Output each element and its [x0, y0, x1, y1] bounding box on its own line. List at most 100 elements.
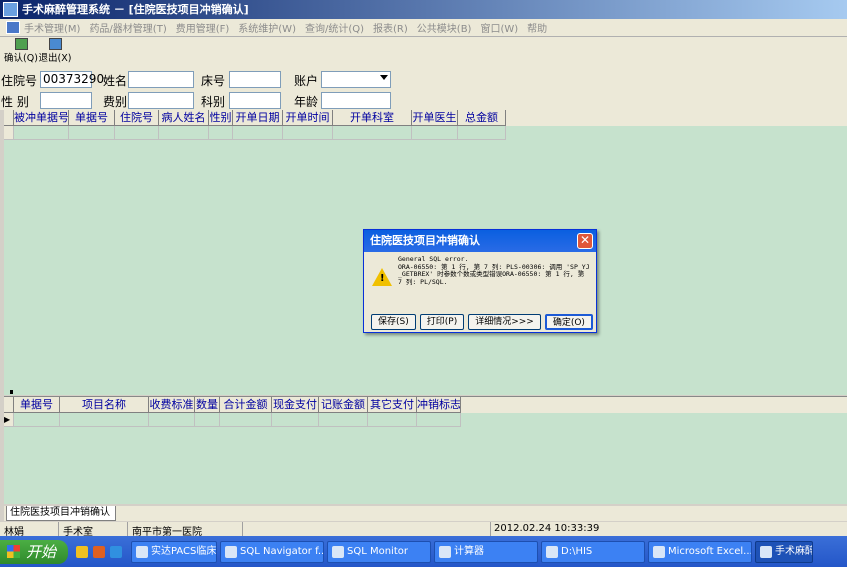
dept-label: 科别: [201, 95, 226, 109]
taskbar: 开始 实达PACS临床调... SQL Navigator f... SQL M…: [0, 536, 847, 567]
taskbar-item[interactable]: 手术麻醉管理: [755, 540, 813, 563]
ok-button[interactable]: 确定(O): [544, 314, 593, 330]
age-label: 年龄: [294, 95, 319, 109]
status-divider: [490, 522, 491, 536]
col-header[interactable]: 单据号: [14, 397, 60, 413]
confirm-label: 确认(Q): [4, 53, 38, 64]
col-header[interactable]: 现金支付: [272, 397, 319, 413]
print-button[interactable]: 打印(P): [419, 314, 465, 330]
taskbar-item[interactable]: SQL Monitor: [327, 540, 431, 563]
grid-marker: [10, 390, 13, 394]
status-divider: [127, 522, 128, 536]
menu-bar: 手术管理(M) 药品/器材管理(T) 费用管理(F) 系统维护(W) 查询/统计…: [0, 19, 847, 37]
col-header[interactable]: 收费标准: [149, 397, 195, 413]
check-icon: [14, 38, 28, 50]
menu-window[interactable]: 窗口(W): [480, 20, 518, 35]
taskbar-item[interactable]: D:\HIS: [541, 540, 645, 563]
col-header[interactable]: 其它支付: [368, 397, 417, 413]
quicklaunch-icon[interactable]: [76, 545, 88, 558]
col-header[interactable]: 开单日期: [233, 110, 283, 126]
exit-icon: [48, 38, 62, 50]
quicklaunch-icon[interactable]: [110, 545, 122, 558]
bed-field[interactable]: [229, 71, 281, 88]
col-header[interactable]: 记账金额: [319, 397, 368, 413]
inpatient-no-label: 住院号: [1, 74, 38, 88]
charge-grid-header: 被冲单据号 单据号 住院号 病人姓名 性别 开单日期 开单时间 开单科室 开单医…: [4, 110, 847, 126]
name-label: 姓名: [103, 74, 128, 88]
dept-field[interactable]: [229, 92, 281, 109]
start-button[interactable]: 开始: [0, 539, 68, 564]
save-button[interactable]: 保存(S): [371, 314, 416, 330]
age-field[interactable]: [321, 92, 391, 109]
table-row[interactable]: ▶: [4, 413, 847, 427]
menu-report[interactable]: 报表(R): [373, 20, 408, 35]
error-message: General SQL error. ORA-06550: 第 1 行, 第 7…: [398, 255, 590, 286]
col-header[interactable]: 开单科室: [333, 110, 412, 126]
dialog-title-bar: 住院医技项目冲销确认 ✕: [364, 230, 596, 252]
col-header[interactable]: 开单医生: [412, 110, 458, 126]
status-divider: [242, 522, 243, 536]
dialog-buttons: 保存(S) 打印(P) 详细情况>>> 确定(O): [371, 314, 593, 330]
warning-mark: !: [380, 273, 385, 284]
account-select[interactable]: [321, 71, 391, 88]
confirm-button[interactable]: 确认(Q): [4, 37, 38, 64]
col-header[interactable]: 合计金额: [220, 397, 272, 413]
col-header[interactable]: 数量: [195, 397, 220, 413]
col-header[interactable]: 项目名称: [60, 397, 149, 413]
status-bar: 林娟 手术室 南平市第一医院 2012.02.24 10:33:39: [0, 522, 847, 538]
col-header[interactable]: 性别: [209, 110, 233, 126]
taskbar-item[interactable]: Microsoft Excel...: [648, 540, 752, 563]
mdi-icon[interactable]: [6, 21, 20, 34]
details-button[interactable]: 详细情况>>>: [468, 314, 541, 330]
fee-label: 费别: [103, 95, 128, 109]
col-header[interactable]: 病人姓名: [159, 110, 209, 126]
quicklaunch-icon[interactable]: [93, 545, 105, 558]
menu-surgery[interactable]: 手术管理(M): [24, 20, 80, 35]
status-divider: [58, 522, 59, 536]
name-field[interactable]: [128, 71, 194, 88]
exit-button[interactable]: 退出(X): [38, 37, 72, 64]
menu-help[interactable]: 帮助: [527, 20, 547, 35]
dialog-title: 住院医技项目冲销确认: [370, 234, 480, 247]
col-header[interactable]: 住院号: [115, 110, 159, 126]
patient-form: 住院号 00373290 姓名 床号 账户 性 别 费别 科别 年龄: [0, 65, 847, 110]
window-tabs: 住院医技项目冲销确认: [4, 506, 847, 521]
menu-public[interactable]: 公共模块(B): [417, 20, 472, 35]
col-header[interactable]: 单据号: [69, 110, 115, 126]
row-pointer-icon: ▶: [4, 413, 14, 427]
quick-launch: [76, 545, 122, 558]
close-icon[interactable]: ✕: [577, 233, 593, 249]
item-grid[interactable]: 单据号 项目名称 收费标准 数量 合计金额 现金支付 记账金额 其它支付 冲销标…: [4, 396, 847, 504]
col-header[interactable]: 被冲单据号: [14, 110, 69, 126]
menu-system[interactable]: 系统维护(W): [238, 20, 296, 35]
title-bar: 手术麻醉管理系统 － [住院医技项目冲销确认]: [0, 0, 847, 19]
exit-label: 退出(X): [38, 53, 72, 64]
tab-charge-confirm[interactable]: 住院医技项目冲销确认: [6, 506, 116, 521]
account-label: 账户: [294, 74, 319, 88]
item-grid-header: 单据号 项目名称 收费标准 数量 合计金额 现金支付 记账金额 其它支付 冲销标…: [4, 397, 847, 413]
status-datetime: 2012.02.24 10:33:39: [494, 523, 600, 534]
window-title: 手术麻醉管理系统 － [住院医技项目冲销确认]: [22, 3, 249, 16]
toolbar: 确认(Q) 退出(X): [0, 37, 847, 65]
row-indicator-header: [4, 397, 14, 413]
row-indicator-header: [4, 110, 14, 126]
taskbar-item[interactable]: SQL Navigator f...: [220, 540, 324, 563]
error-dialog: 住院医技项目冲销确认 ✕ ! General SQL error. ORA-06…: [363, 229, 597, 333]
col-header[interactable]: 冲销标志: [417, 397, 461, 413]
menu-drug[interactable]: 药品/器材管理(T): [89, 20, 166, 35]
col-header[interactable]: 总金额: [458, 110, 506, 126]
gender-field[interactable]: [40, 92, 92, 109]
fee-field[interactable]: [128, 92, 194, 109]
table-row[interactable]: [4, 126, 847, 140]
taskbar-item[interactable]: 计算器: [434, 540, 538, 563]
menu-query[interactable]: 查询/统计(Q): [305, 20, 364, 35]
chevron-down-icon: [380, 75, 388, 80]
col-header[interactable]: 开单时间: [283, 110, 333, 126]
inpatient-no-field[interactable]: 00373290: [40, 71, 104, 88]
menu-fee[interactable]: 费用管理(F): [176, 20, 230, 35]
gender-label: 性 别: [1, 95, 29, 109]
row-indicator: [4, 126, 14, 140]
taskbar-item[interactable]: 实达PACS临床调...: [131, 540, 217, 563]
app-icon: [3, 2, 18, 17]
bed-label: 床号: [201, 74, 226, 88]
